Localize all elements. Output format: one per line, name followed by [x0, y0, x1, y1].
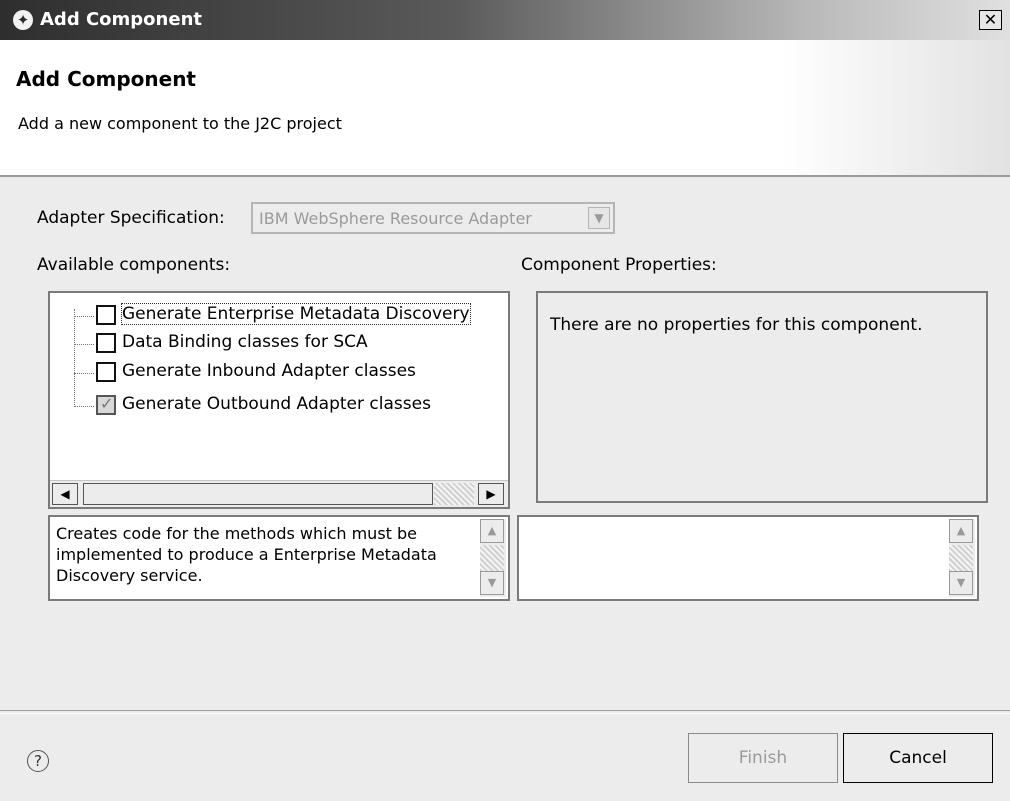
- no-properties-message: There are no properties for this compone…: [550, 315, 923, 335]
- vertical-scrollbar[interactable]: ▲ ▼: [480, 519, 506, 597]
- adapter-spec-combo: IBM WebSphere Resource Adapter ▼: [251, 202, 615, 234]
- scroll-down-icon[interactable]: ▼: [949, 571, 973, 595]
- tree-item-label: Data Binding classes for SCA: [122, 332, 368, 352]
- checkbox-outbound[interactable]: ✓: [96, 394, 116, 415]
- tree-connector: [74, 344, 94, 345]
- vertical-scrollbar[interactable]: ▲ ▼: [949, 519, 975, 597]
- checkbox-inbound[interactable]: [96, 362, 116, 382]
- tree-item-label: Generate Inbound Adapter classes: [122, 361, 416, 381]
- tree-item-inbound[interactable]: Generate Inbound Adapter classes: [50, 360, 508, 386]
- scroll-up-icon[interactable]: ▲: [949, 519, 973, 543]
- footer-separator: [0, 710, 1010, 714]
- scrollbar-track[interactable]: [434, 483, 474, 505]
- scroll-left-icon[interactable]: ◀: [52, 483, 78, 505]
- finish-button[interactable]: Finish: [688, 733, 838, 783]
- banner-description: Add a new component to the J2C project: [18, 114, 342, 133]
- checkbox-data-binding[interactable]: [96, 333, 116, 353]
- adapter-spec-value: IBM WebSphere Resource Adapter: [259, 209, 532, 228]
- tree-connector: [74, 316, 94, 317]
- scrollbar-track[interactable]: [480, 545, 504, 571]
- components-tree[interactable]: Generate Enterprise Metadata Discovery D…: [48, 291, 510, 509]
- component-properties-panel: There are no properties for this compone…: [536, 291, 988, 503]
- scrollbar-thumb[interactable]: [83, 483, 433, 505]
- tree-item-data-binding[interactable]: Data Binding classes for SCA: [50, 331, 508, 357]
- check-icon: ✓: [100, 394, 114, 413]
- component-description-box[interactable]: Creates code for the methods which must …: [48, 515, 510, 601]
- banner-decoration: [780, 40, 1010, 175]
- scroll-down-icon[interactable]: ▼: [480, 571, 504, 595]
- window-title: Add Component: [40, 9, 202, 30]
- tree-item-outbound[interactable]: ✓ Generate Outbound Adapter classes: [50, 393, 508, 419]
- available-components-label: Available components:: [37, 255, 231, 275]
- help-icon[interactable]: ?: [27, 750, 49, 772]
- wizard-app-icon: ✦: [13, 10, 33, 30]
- tree-connector: [74, 406, 94, 407]
- checkbox-emd[interactable]: [96, 305, 116, 325]
- tree-item-emd[interactable]: Generate Enterprise Metadata Discovery: [50, 303, 508, 329]
- property-description-box[interactable]: ▲ ▼: [517, 515, 979, 601]
- tree-item-label: Generate Enterprise Metadata Discovery: [121, 303, 471, 325]
- close-button[interactable]: ✕: [979, 10, 1002, 30]
- tree-connector: [74, 373, 94, 374]
- scroll-up-icon[interactable]: ▲: [480, 519, 504, 543]
- scroll-right-icon[interactable]: ▶: [478, 483, 504, 505]
- add-component-dialog: ✦ Add Component ✕ Add Component Add a ne…: [0, 0, 1010, 801]
- chevron-down-icon: ▼: [588, 207, 610, 229]
- component-properties-label: Component Properties:: [521, 255, 717, 275]
- title-bar: ✦ Add Component ✕: [0, 0, 1010, 40]
- tree-item-label: Generate Outbound Adapter classes: [122, 394, 431, 414]
- horizontal-scrollbar[interactable]: ◀ ▶: [50, 480, 508, 507]
- wizard-banner: Add Component Add a new component to the…: [0, 40, 1010, 177]
- banner-title: Add Component: [16, 67, 196, 91]
- component-description-text: Creates code for the methods which must …: [56, 524, 437, 585]
- scrollbar-track[interactable]: [949, 545, 973, 571]
- adapter-spec-label: Adapter Specification:: [37, 208, 225, 228]
- cancel-button[interactable]: Cancel: [843, 733, 993, 783]
